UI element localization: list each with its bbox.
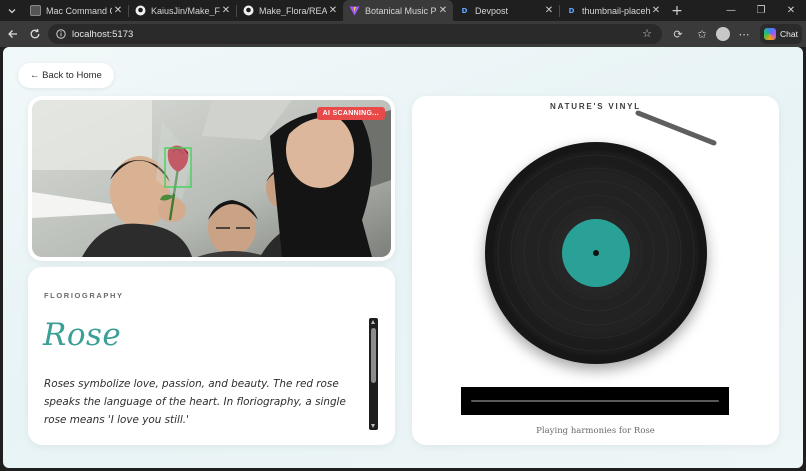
app-icon	[30, 5, 41, 16]
section-label: FLORIOGRAPHY	[44, 291, 124, 300]
close-window-icon[interactable]: ✕	[776, 0, 806, 21]
close-tab-icon[interactable]: ✕	[220, 5, 232, 16]
camera-card: AI SCANNING...	[28, 96, 395, 261]
copilot-chat-button[interactable]: Chat	[760, 24, 802, 44]
arrow-left-icon	[8, 30, 17, 38]
tab-title: thumbnail-placehold	[582, 5, 650, 16]
info-icon[interactable]	[56, 29, 66, 39]
toolbar-icons: ⟳ ✩ ⋯	[668, 24, 754, 44]
favorite-star-icon[interactable]: ☆	[642, 27, 652, 40]
tab-botanical-music-player[interactable]: Botanical Music Play ✕	[343, 0, 453, 21]
window-controls: — ❐ ✕	[716, 0, 806, 21]
chat-label: Chat	[780, 29, 798, 39]
github-icon	[135, 5, 146, 16]
tab-make-flora-repo[interactable]: KaiusJin/Make_Flora ✕	[129, 0, 236, 21]
flower-name: Rose	[43, 317, 122, 353]
meaning-scrollbar[interactable]	[369, 318, 378, 430]
audio-player[interactable]	[461, 387, 729, 415]
audio-progress-track[interactable]	[471, 400, 719, 402]
tab-title: Mac Command Cont	[46, 5, 112, 16]
url-text: localhost:5173	[72, 28, 134, 40]
new-tab-button[interactable]: +	[666, 3, 688, 19]
devpost-icon: D	[568, 6, 575, 15]
flower-meaning: Roses symbolize love, passion, and beaut…	[44, 378, 346, 426]
reload-icon	[30, 28, 40, 39]
more-menu-icon[interactable]: ⋯	[734, 24, 754, 44]
chevron-down-icon	[8, 8, 16, 13]
floriography-card: FLORIOGRAPHY Rose Roses symbolize love, …	[28, 267, 395, 445]
scroll-thumb[interactable]	[371, 328, 376, 383]
vite-icon	[349, 5, 360, 16]
tab-thumbnail-placeholder[interactable]: D thumbnail-placehold ✕	[560, 0, 666, 21]
tab-title: Make_Flora/READMI	[259, 5, 327, 16]
profile-avatar[interactable]	[716, 27, 730, 41]
minimize-icon[interactable]: —	[716, 0, 746, 21]
copilot-icon	[764, 28, 776, 40]
tab-make-flora-readme[interactable]: Make_Flora/READMI ✕	[237, 0, 343, 21]
tab-devpost[interactable]: D Devpost ✕	[453, 0, 559, 21]
extensions-icon[interactable]: ⟳	[668, 24, 688, 44]
ai-scanning-badge: AI SCANNING...	[316, 107, 385, 120]
browser-toolbar: localhost:5173 ☆ ⟳ ✩ ⋯ Chat	[0, 21, 806, 47]
favorites-icon[interactable]: ✩	[692, 24, 712, 44]
tab-title: Botanical Music Play	[365, 5, 437, 16]
page-viewport: ← Back to Home AI SCANNING... FLORIOGRAP…	[3, 47, 803, 468]
close-tab-icon[interactable]: ✕	[437, 5, 449, 16]
webcam-image	[32, 100, 391, 257]
back-nav-button[interactable]	[2, 23, 24, 45]
close-tab-icon[interactable]: ✕	[543, 5, 555, 16]
webcam-feed: AI SCANNING...	[32, 100, 391, 257]
devpost-icon: D	[461, 6, 468, 15]
github-icon	[243, 5, 254, 16]
browser-tab-bar: Mac Command Cont ✕ KaiusJin/Make_Flora ✕…	[0, 0, 806, 21]
reload-button[interactable]	[24, 23, 46, 45]
scroll-down-icon[interactable]	[371, 424, 375, 428]
back-to-home-button[interactable]: ← Back to Home	[18, 63, 114, 88]
tab-actions-menu[interactable]	[0, 0, 24, 21]
vinyl-record	[485, 142, 707, 364]
tab-title: Devpost	[475, 5, 509, 16]
close-tab-icon[interactable]: ✕	[650, 5, 662, 16]
tonearm	[635, 110, 717, 146]
vinyl-player-card: NATURE'S VINYL Playing harmonies for Ros…	[412, 96, 779, 445]
tab-mac-command[interactable]: Mac Command Cont ✕	[24, 0, 128, 21]
scroll-up-icon[interactable]	[371, 320, 375, 324]
tab-title: KaiusJin/Make_Flora	[151, 5, 220, 16]
player-title: NATURE'S VINYL	[550, 102, 641, 111]
close-tab-icon[interactable]: ✕	[327, 5, 339, 16]
restore-icon[interactable]: ❐	[746, 0, 776, 21]
now-playing-caption: Playing harmonies for Rose	[536, 426, 655, 436]
address-bar[interactable]: localhost:5173 ☆	[48, 24, 662, 44]
close-tab-icon[interactable]: ✕	[112, 5, 124, 16]
